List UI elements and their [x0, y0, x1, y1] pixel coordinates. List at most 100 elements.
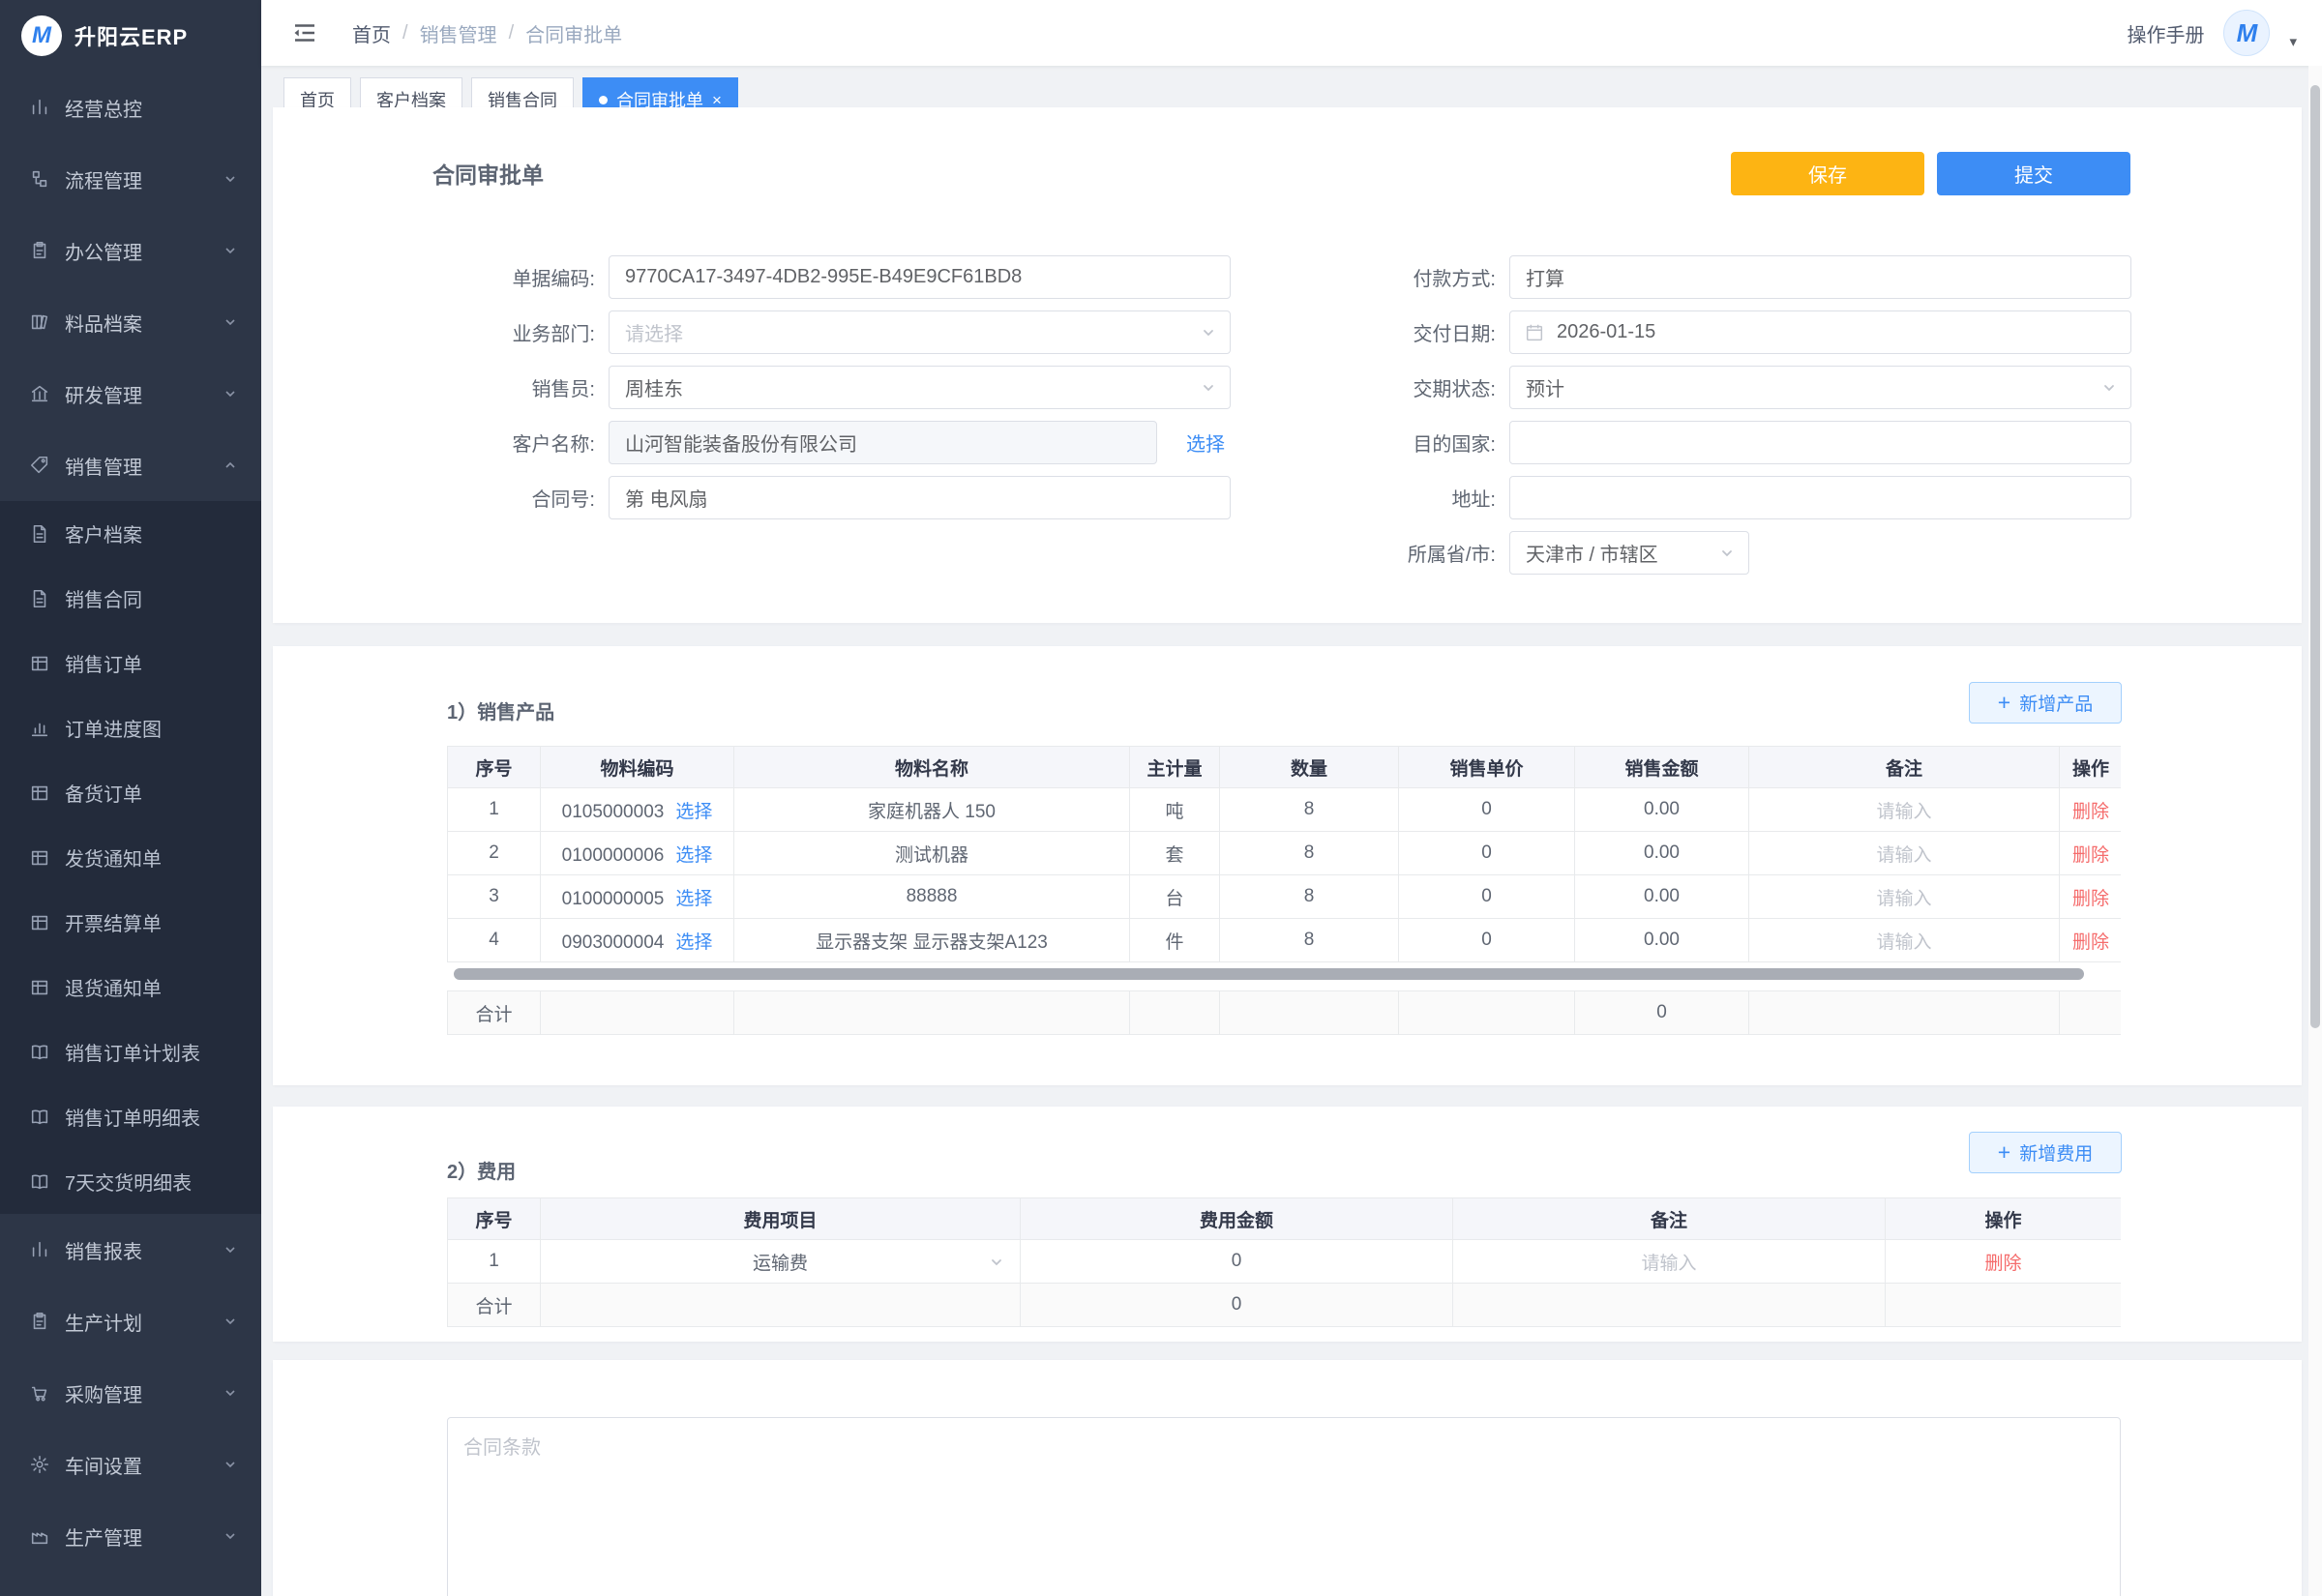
cell-unit-price[interactable]: 0 [1399, 875, 1575, 919]
sidebar-item-material-archives[interactable]: 料品档案 [0, 286, 261, 358]
products-header-row: 序号 物料编码 物料名称 主计量 数量 销售单价 销售金额 备注 操作 [448, 747, 2122, 788]
cell-expense-amount[interactable]: 0 [1021, 1240, 1453, 1284]
field-label: 交期状态: [1174, 373, 1509, 401]
chevron-down-icon [223, 1528, 238, 1544]
delete-row-link[interactable]: 删除 [2072, 932, 2109, 953]
col-action: 操作 [1886, 1198, 2122, 1240]
sidebar-item-stock-order[interactable]: 备货订单 [0, 760, 261, 825]
add-expense-label: 新增费用 [2019, 1139, 2093, 1166]
avatar[interactable]: M [2223, 10, 2270, 56]
note-input[interactable]: 请输入 [1876, 932, 1931, 953]
books-icon [29, 311, 50, 333]
submit-button[interactable]: 提交 [1937, 152, 2130, 195]
cell-expense-item[interactable]: 运输费 [541, 1240, 1021, 1284]
select-material-link[interactable]: 选择 [675, 889, 712, 909]
contract-form-card: 合同审批单 保存 提交 单据编码: 业务部门: 请选择 [273, 107, 2302, 623]
delete-row-link[interactable]: 删除 [2072, 845, 2109, 866]
breadcrumb-current: 合同审批单 [525, 19, 622, 47]
delete-row-link[interactable]: 删除 [1984, 1254, 2021, 1274]
delivery-date-picker[interactable]: 2026-01-15 [1509, 310, 2131, 354]
building-icon [29, 383, 50, 404]
select-material-link[interactable]: 选择 [675, 845, 712, 866]
user-menu-caret-icon[interactable]: ▾ [2289, 33, 2297, 56]
manual-link[interactable]: 操作手册 [2127, 19, 2204, 47]
address-input[interactable] [1509, 476, 2131, 519]
note-input[interactable]: 请输入 [1876, 845, 1931, 866]
cell-seq: 2 [448, 832, 541, 875]
province-cascader[interactable]: 天津市 / 市辖区 [1509, 531, 1749, 575]
doc-code-input[interactable] [609, 255, 1231, 299]
chevron-down-icon [223, 1457, 238, 1472]
close-icon[interactable]: × [712, 92, 722, 108]
field-label: 业务部门: [273, 318, 609, 346]
save-button[interactable]: 保存 [1731, 152, 1924, 195]
sidebar-item-workshop-settings[interactable]: 车间设置 [0, 1429, 261, 1500]
sidebar-item-sales-contract[interactable]: 销售合同 [0, 566, 261, 631]
total-amount: 0 [1021, 1284, 1453, 1327]
salesman-select[interactable]: 周桂东 [609, 366, 1231, 409]
cell-qty[interactable]: 8 [1220, 832, 1399, 875]
sidebar-item-customer-archives[interactable]: 客户档案 [0, 501, 261, 566]
field-address: 地址: [1174, 476, 2131, 519]
contract-no-input[interactable] [609, 476, 1231, 519]
field-payment: 付款方式: [1174, 255, 2131, 299]
sidebar-item-office-mgmt[interactable]: 办公管理 [0, 215, 261, 286]
app-logo-icon: M [21, 15, 62, 56]
delivery-status-select[interactable]: 预计 [1509, 366, 2131, 409]
cell-unit-price[interactable]: 0 [1399, 919, 1575, 962]
customer-input[interactable] [609, 421, 1157, 464]
topbar-right: 操作手册 M ▾ [2127, 10, 2297, 56]
dest-country-input[interactable] [1509, 421, 2131, 464]
sidebar-item-rnd-mgmt[interactable]: 研发管理 [0, 358, 261, 429]
note-input[interactable]: 请输入 [1641, 1254, 1696, 1274]
sidebar-item-production-plan[interactable]: 生产计划 [0, 1286, 261, 1357]
breadcrumb-sales-mgmt[interactable]: 销售管理 [420, 19, 497, 47]
cell-qty[interactable]: 8 [1220, 919, 1399, 962]
sidebar-item-delivery-7day[interactable]: 7天交货明细表 [0, 1149, 261, 1214]
note-input[interactable]: 请输入 [1876, 802, 1931, 822]
sidebar-item-purchase-mgmt[interactable]: 采购管理 [0, 1357, 261, 1429]
col-note: 备注 [1453, 1198, 1886, 1240]
app-name: 升阳云ERP [74, 20, 188, 51]
sidebar-item-sales-mgmt[interactable]: 销售管理 [0, 429, 261, 501]
note-input[interactable]: 请输入 [1876, 889, 1931, 909]
cell-note: 请输入 [1749, 832, 2060, 875]
breadcrumb-home[interactable]: 首页 [352, 19, 391, 47]
sidebar-item-business-overview[interactable]: 经营总控 [0, 72, 261, 143]
sidebar-item-label: 销售管理 [65, 452, 223, 480]
sidebar-item-sales-order[interactable]: 销售订单 [0, 631, 261, 695]
horizontal-scrollbar-thumb[interactable] [454, 968, 2084, 980]
contract-terms-textarea[interactable] [447, 1417, 2121, 1596]
chevron-down-icon [223, 386, 238, 401]
collapse-menu-icon[interactable] [290, 18, 319, 47]
form-right-column: 付款方式: 交付日期: 2026-01-15 交期状态: [1174, 255, 2131, 586]
sidebar-item-production-mgmt[interactable]: 生产管理 [0, 1500, 261, 1572]
add-product-button[interactable]: + 新增产品 [1969, 682, 2122, 724]
product-row: 1 0105000003选择 家庭机器人 150 吨 8 0 0.00 请输入 … [448, 788, 2122, 832]
cell-unit-price[interactable]: 0 [1399, 788, 1575, 832]
select-material-link[interactable]: 选择 [675, 932, 712, 953]
select-value: 天津市 / 市辖区 [1526, 539, 1658, 567]
payment-input[interactable] [1509, 255, 2131, 299]
field-delivery-date: 交付日期: 2026-01-15 [1174, 310, 2131, 354]
vertical-scrollbar-thumb[interactable] [2310, 85, 2320, 1028]
sidebar-item-process-mgmt[interactable]: 流程管理 [0, 143, 261, 215]
sidebar-item-return-notice[interactable]: 退货通知单 [0, 955, 261, 1020]
add-expense-button[interactable]: + 新增费用 [1969, 1132, 2122, 1173]
delete-row-link[interactable]: 删除 [2072, 889, 2109, 909]
sidebar-item-order-progress[interactable]: 订单进度图 [0, 695, 261, 760]
sidebar-item-sales-order-detail[interactable]: 销售订单明细表 [0, 1084, 261, 1149]
sidebar-item-sales-report[interactable]: 销售报表 [0, 1214, 261, 1286]
cell-unit: 吨 [1130, 788, 1220, 832]
sidebar-item-invoice-settlement[interactable]: 开票结算单 [0, 890, 261, 955]
cell-unit-price[interactable]: 0 [1399, 832, 1575, 875]
cell-qty[interactable]: 8 [1220, 875, 1399, 919]
department-select[interactable]: 请选择 [609, 310, 1231, 354]
sidebar-item-sales-order-plan[interactable]: 销售订单计划表 [0, 1020, 261, 1084]
sidebar-item-workshop-processing[interactable]: 加工车间 [0, 1572, 261, 1596]
sidebar-item-shipping-notice[interactable]: 发货通知单 [0, 825, 261, 890]
cell-qty[interactable]: 8 [1220, 788, 1399, 832]
select-material-link[interactable]: 选择 [675, 802, 712, 822]
delete-row-link[interactable]: 删除 [2072, 802, 2109, 822]
total-empty [1749, 991, 2060, 1035]
